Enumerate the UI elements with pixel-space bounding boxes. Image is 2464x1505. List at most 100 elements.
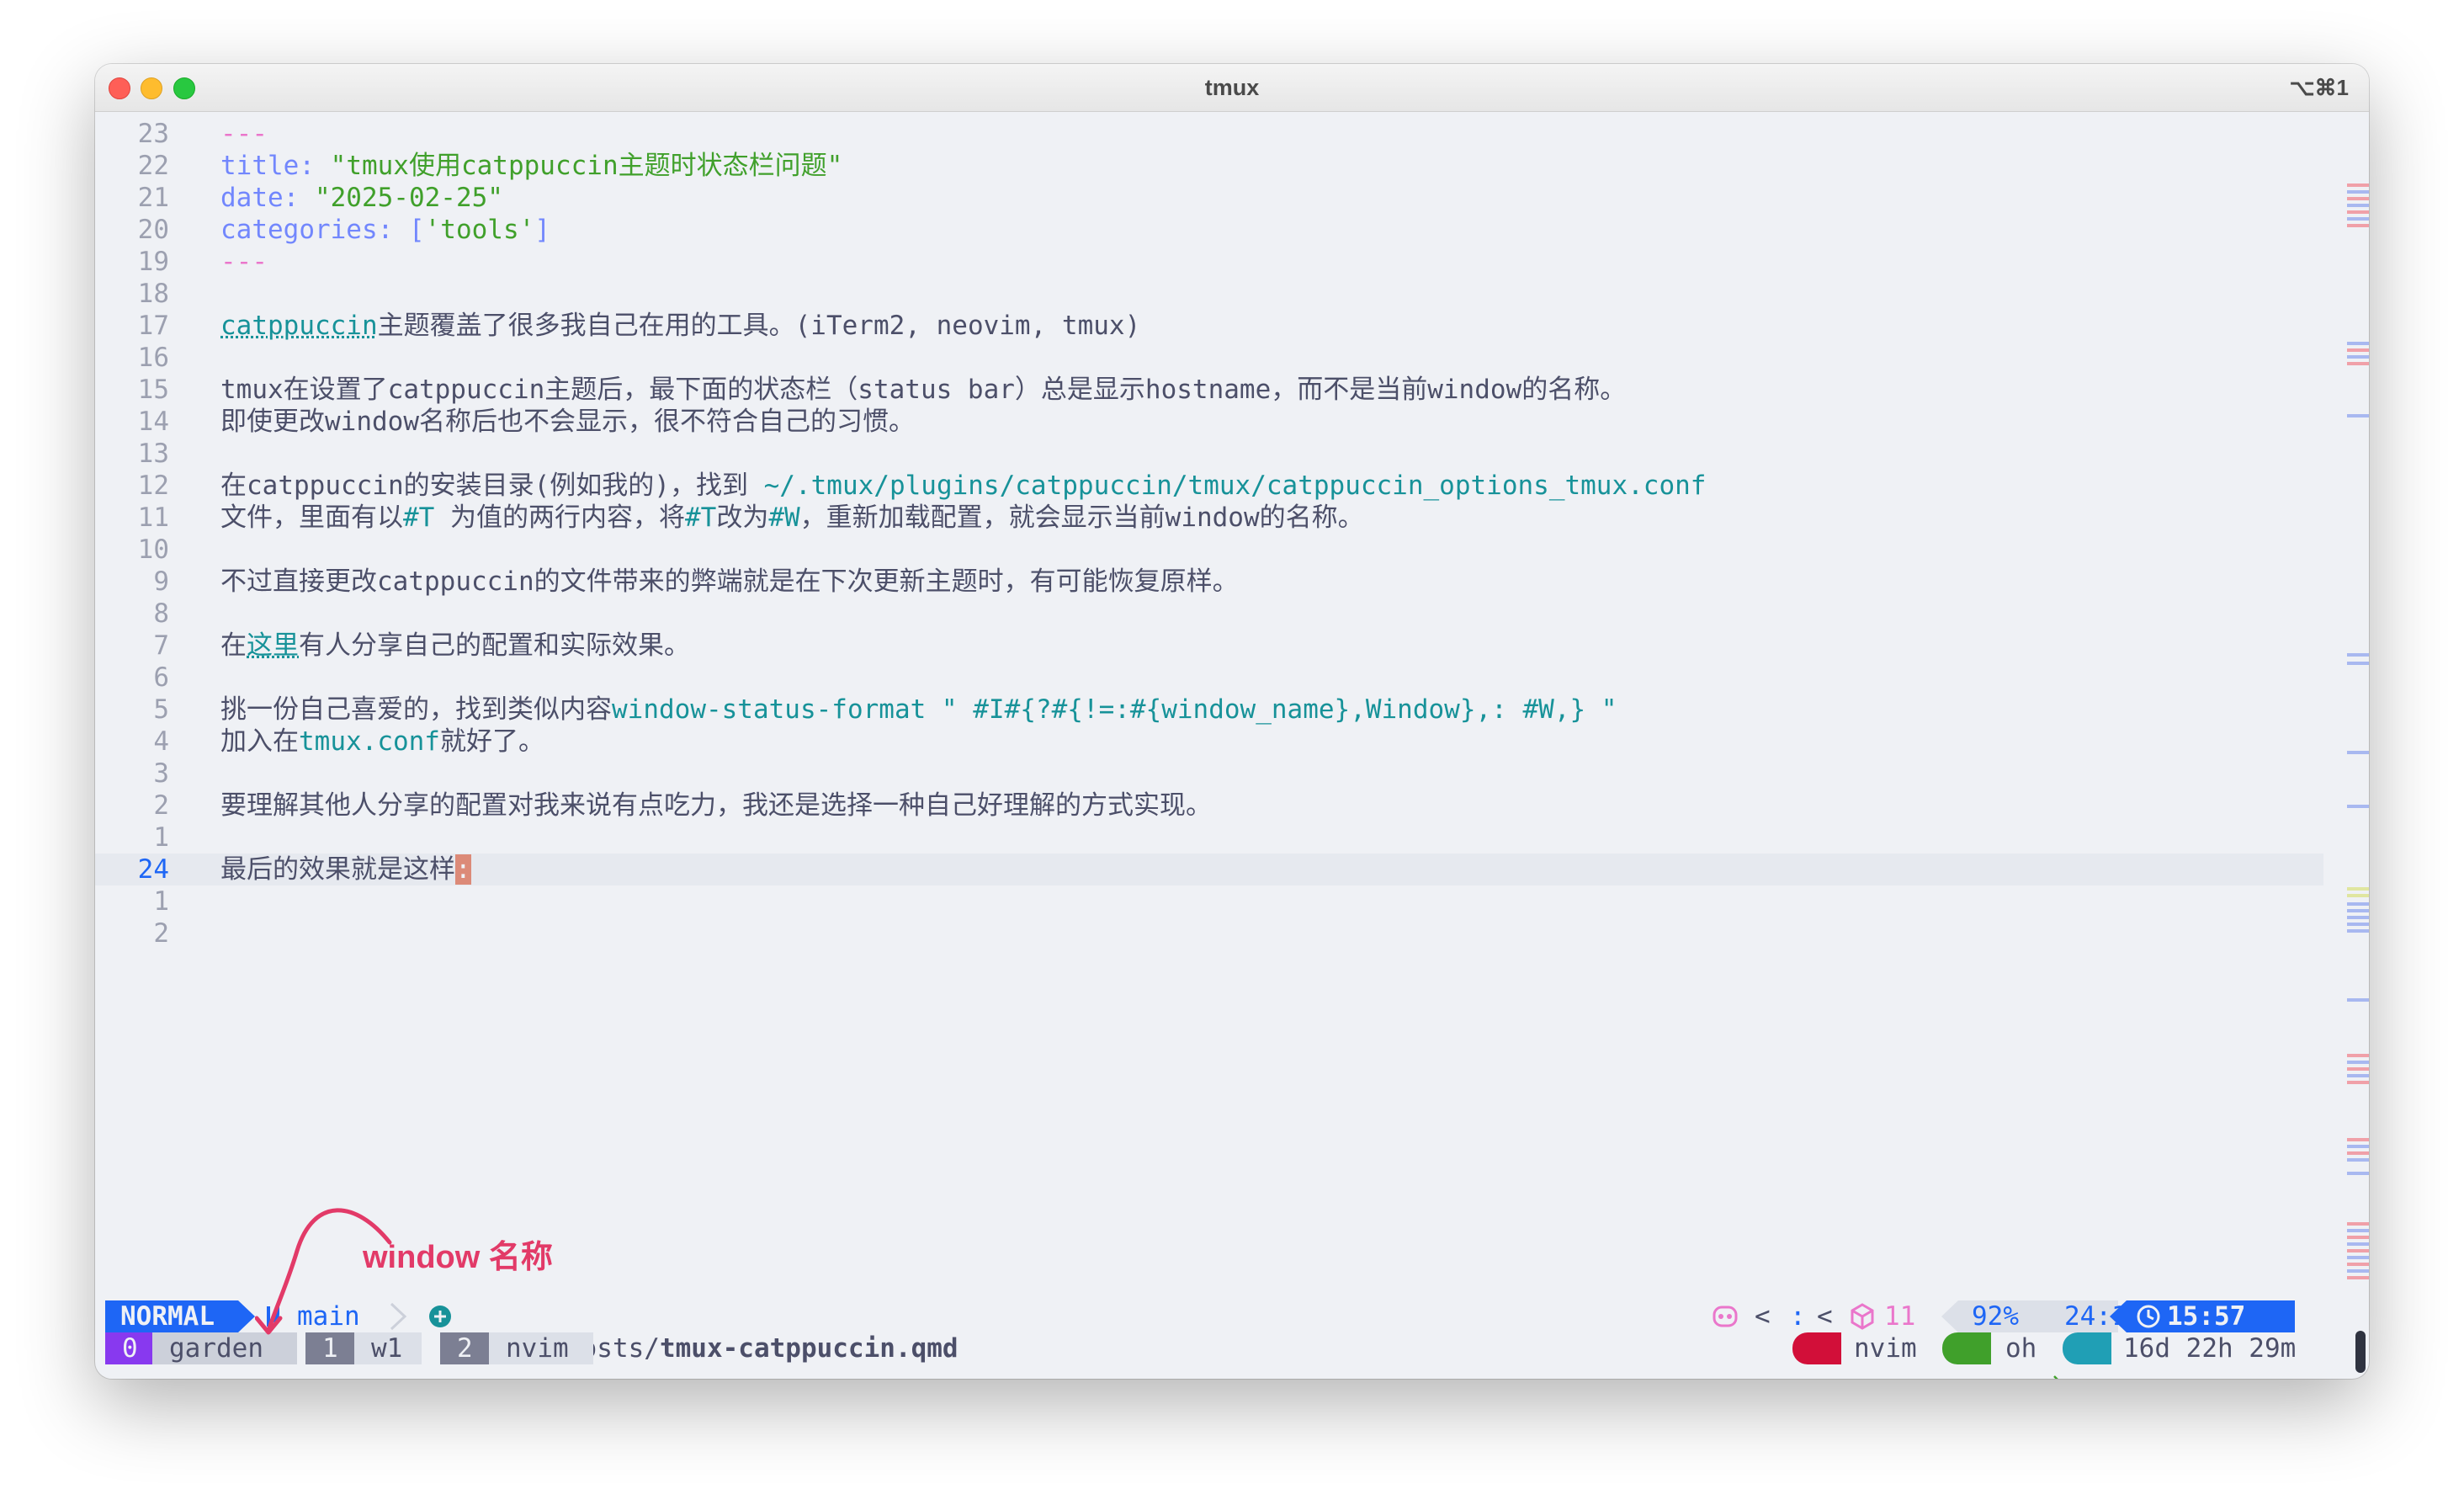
yaml-key: : xyxy=(299,151,331,181)
editor-line[interactable]: 22 title: "tmux使用catppuccin主题时状态栏问题" xyxy=(95,150,2323,182)
line-number: 16 xyxy=(137,343,169,373)
line-number: 8 xyxy=(153,598,169,629)
scrollbar[interactable] xyxy=(2342,114,2369,1377)
mode-arrow-separator xyxy=(238,1300,255,1332)
line-text: 挑一份自己喜爱的，找到类似内容window-status-format " #I… xyxy=(220,694,1617,726)
clock-time: 15:57 xyxy=(2167,1301,2246,1332)
yaml-key: : xyxy=(283,183,315,213)
code-span: tmux.conf xyxy=(299,726,440,757)
link-text[interactable]: catppuccin xyxy=(220,311,378,341)
link-text[interactable]: 这里 xyxy=(247,630,299,661)
editor-line[interactable]: 21 date: "2025-02-25" xyxy=(95,182,2323,214)
window-shortcut: ⌥⌘1 xyxy=(2289,75,2349,100)
editor-line[interactable]: 1 xyxy=(95,822,2323,854)
editor-line[interactable]: 4 加入在tmux.conf就好了。 xyxy=(95,726,2323,758)
colon-indicator: : xyxy=(1790,1301,1806,1332)
editor-line[interactable]: 20 categories: ['tools'] xyxy=(95,214,2323,246)
clock-separator xyxy=(2110,1300,2127,1332)
line-number: 1 xyxy=(153,822,169,853)
yaml-key: ] xyxy=(534,215,550,245)
yaml-key: : [ xyxy=(377,215,425,245)
tmux-status-bar: 0 garden 1 w1 2 nvim nvim oh 16d 22h 29m xyxy=(104,1332,2325,1379)
text-span: 文件，里面有以 xyxy=(220,503,403,533)
line-number: 15 xyxy=(137,375,169,405)
editor-line[interactable]: 2 xyxy=(95,917,2323,949)
editor-line[interactable]: 17 catppuccin主题覆盖了很多我自己在用的工具。(iTerm2, neo… xyxy=(95,310,2323,342)
title-bar: tmux ⌥⌘1 xyxy=(95,64,2369,112)
editor-line[interactable]: 1 xyxy=(95,885,2323,917)
line-number: 11 xyxy=(137,503,169,533)
editor-line[interactable]: 19 --- xyxy=(95,246,2323,278)
yaml-key: date xyxy=(220,183,284,213)
line-number: 12 xyxy=(137,471,169,501)
text-span: 在catppuccin的安装目录(例如我的)，找到 xyxy=(220,471,764,501)
line-number: 1 xyxy=(153,886,169,917)
text-cursor: : xyxy=(455,854,471,885)
text-span: 加入在 xyxy=(220,726,299,757)
yaml-string: 'tools' xyxy=(424,215,535,245)
editor-line[interactable]: 8 xyxy=(95,598,2323,630)
code-span: #T xyxy=(403,503,435,533)
copilot-icon xyxy=(1713,1306,1738,1327)
yaml-delimiter: --- xyxy=(220,247,268,277)
line-number: 2 xyxy=(153,790,169,821)
code-span: window-status-format " #I#{?#{!=:#{windo… xyxy=(612,694,1617,725)
editor-line[interactable]: 16 xyxy=(95,342,2323,374)
line-number: 2 xyxy=(153,918,169,949)
line-number: 21 xyxy=(137,183,169,213)
file-path[interactable]: posts/tmux-catppuccin.qmd xyxy=(471,1300,959,1364)
editor-line[interactable]: 3 xyxy=(95,758,2323,790)
editor-line[interactable]: 12 在catppuccin的安装目录(例如我的)，找到 ~/.tmux/plug… xyxy=(95,470,2323,502)
window-name-label: nvim xyxy=(506,1333,569,1364)
editor-line[interactable]: 15 tmux在设置了catppuccin主题后，最下面的状态栏（status b… xyxy=(95,374,2323,406)
window-index-label: 0 xyxy=(122,1333,138,1364)
line-text: 不过直接更改catppuccin的文件带来的弊端就是在下次更新主题时，有可能恢复… xyxy=(220,566,1239,598)
editor-buffer[interactable]: 23 --- 22 title: "tmux使用catppuccin主题时状态栏问题"… xyxy=(95,118,2325,1002)
hourglass-icon xyxy=(2172,1369,2191,1379)
editor-line[interactable]: 23 --- xyxy=(95,118,2323,150)
yaml-string: "tmux使用catppuccin主题时状态栏问题" xyxy=(330,151,843,181)
editor-line[interactable]: 13 xyxy=(95,438,2323,470)
line-number: 14 xyxy=(137,407,169,437)
diagnostic-count: 11 xyxy=(1884,1301,1916,1332)
line-text: date: "2025-02-25" xyxy=(220,182,503,214)
window-title: tmux xyxy=(1204,75,1260,100)
plus-circle-icon xyxy=(429,1306,451,1327)
text-span: 要理解其他人分享的配置对我来说有点吃力，我还是选择一种自己好理解的方式实现。 xyxy=(220,790,1212,821)
editor-line[interactable]: 24 最后的效果就是这样: xyxy=(95,854,2323,885)
code-span: ~/.tmux/plugins/catppuccin/tmux/catppucc… xyxy=(763,471,1707,501)
editor-line[interactable]: 9 不过直接更改catppuccin的文件带来的弊端就是在下次更新主题时，有可能恢… xyxy=(95,566,2323,598)
window-index-label: 2 xyxy=(457,1333,473,1364)
session-badge xyxy=(1942,1332,2072,1379)
line-text: 加入在tmux.conf就好了。 xyxy=(220,726,544,758)
yaml-key: categories xyxy=(220,215,378,245)
file-progress: 92% xyxy=(1972,1301,2019,1332)
editor-line[interactable]: 10 xyxy=(95,534,2323,566)
line-text: 要理解其他人分享的配置对我来说有点吃力，我还是选择一种自己好理解的方式实现。 xyxy=(220,790,1212,822)
line-number: 19 xyxy=(137,247,169,277)
line-text: 在catppuccin的安装目录(例如我的)，找到 ~/.tmux/plugin… xyxy=(220,470,1706,502)
editor-line[interactable]: 5 挑一份自己喜爱的，找到类似内容window-status-format " #… xyxy=(95,694,2323,726)
text-span: 挑一份自己喜爱的，找到类似内容 xyxy=(220,694,612,725)
editor-line[interactable]: 18 xyxy=(95,278,2323,310)
line-number: 10 xyxy=(137,534,169,565)
editor-line[interactable]: 6 xyxy=(95,662,2323,694)
scrollbar-thumb[interactable] xyxy=(2355,1331,2366,1373)
line-text: categories: ['tools'] xyxy=(220,214,550,246)
line-number: 4 xyxy=(153,726,169,757)
session-name: oh xyxy=(2005,1333,2037,1364)
text-span: 就好了。 xyxy=(439,726,544,757)
line-text: 文件，里面有以#T 为值的两行内容，将#T改为#W，重新加载配置，就会显示当前w… xyxy=(220,502,1364,534)
line-number: 18 xyxy=(137,279,169,309)
tmux-window-2[interactable]: 2 nvim xyxy=(440,1332,593,1364)
editor-line[interactable]: 14 即使更改window名称后也不会显示，很不符合自己的习惯。 xyxy=(95,406,2323,438)
text-span: tmux在设置了catppuccin主题后，最下面的状态栏（status bar… xyxy=(220,375,1627,405)
line-text: --- xyxy=(220,246,268,278)
uptime: 16d 22h 29m xyxy=(2123,1333,2297,1364)
editor-line[interactable]: 2 要理解其他人分享的配置对我来说有点吃力，我还是选择一种自己好理解的方式实现。 xyxy=(95,790,2323,822)
editor-line[interactable]: 11 文件，里面有以#T 为值的两行内容，将#T改为#W，重新加载配置，就会显示当… xyxy=(95,502,2323,534)
line-number: 3 xyxy=(153,758,169,789)
mode-label: NORMAL xyxy=(120,1301,215,1332)
editor-line[interactable]: 7 在这里有人分享自己的配置和实际效果。 xyxy=(95,630,2323,662)
line-text: 在这里有人分享自己的配置和实际效果。 xyxy=(220,630,690,662)
